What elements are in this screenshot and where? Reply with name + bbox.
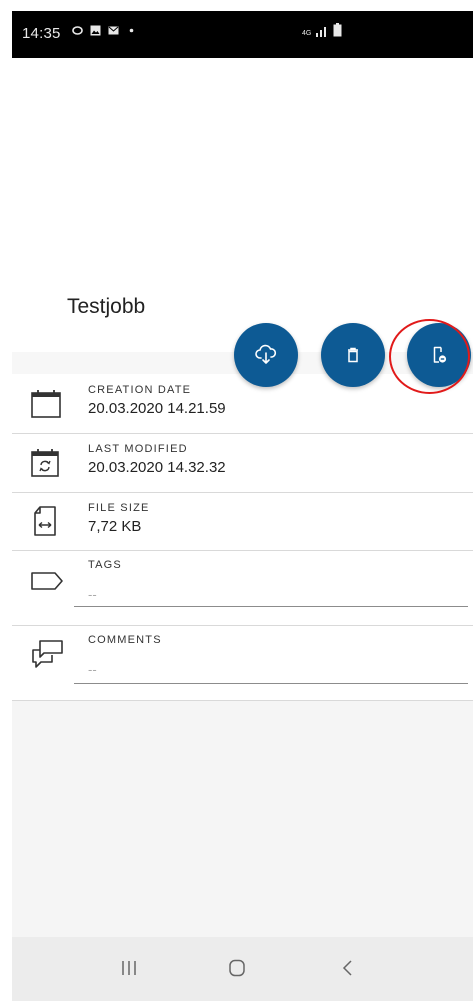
mail-icon — [108, 26, 119, 35]
comments-icon — [32, 640, 63, 668]
device-send-icon — [433, 346, 447, 363]
last-modified-row: LAST MODIFIED 20.03.2020 14.32.32 — [12, 434, 473, 493]
navigation-bar — [12, 937, 473, 1001]
calendar-icon — [31, 390, 61, 418]
comments-label: COMMENTS — [88, 634, 162, 646]
cloud-download-icon — [255, 344, 277, 364]
notification-ring-icon — [72, 26, 83, 35]
battery-icon — [333, 23, 342, 37]
file-size-value: 7,72 KB — [88, 518, 142, 535]
last-modified-value: 20.03.2020 14.32.32 — [88, 459, 226, 476]
tags-label: TAGS — [88, 559, 122, 571]
signal-icon — [316, 27, 327, 37]
comments-input[interactable]: -- — [88, 662, 97, 677]
status-left-icons — [72, 25, 137, 36]
dot-icon — [129, 28, 134, 33]
comments-row: COMMENTS -- — [12, 626, 473, 701]
last-modified-label: LAST MODIFIED — [88, 443, 188, 455]
file-size-label: FILE SIZE — [88, 502, 150, 514]
back-icon[interactable] — [340, 959, 358, 977]
status-right-icons: 4G — [302, 23, 342, 37]
calendar-sync-icon — [31, 449, 59, 477]
comments-input-underline — [74, 683, 468, 684]
tags-row: TAGS -- — [12, 551, 473, 626]
trash-icon — [348, 347, 358, 363]
file-size-row: FILE SIZE 7,72 KB — [12, 493, 473, 551]
tags-input-underline — [74, 606, 468, 607]
tag-icon — [31, 572, 63, 590]
file-size-icon — [34, 506, 56, 536]
status-time: 14:35 — [22, 25, 61, 42]
creation-date-value: 20.03.2020 14.21.59 — [88, 400, 226, 417]
status-bar: 14:35 4G — [12, 11, 473, 58]
empty-content-area — [12, 701, 473, 937]
gallery-icon — [90, 25, 101, 36]
tags-input[interactable]: -- — [88, 587, 97, 602]
creation-date-label: CREATION DATE — [88, 384, 192, 396]
network-label: 4G — [302, 30, 312, 37]
home-icon[interactable] — [228, 959, 246, 977]
recent-apps-icon[interactable] — [120, 959, 138, 977]
creation-date-row: CREATION DATE 20.03.2020 14.21.59 — [12, 374, 473, 434]
page-title: Testjobb — [67, 295, 146, 318]
